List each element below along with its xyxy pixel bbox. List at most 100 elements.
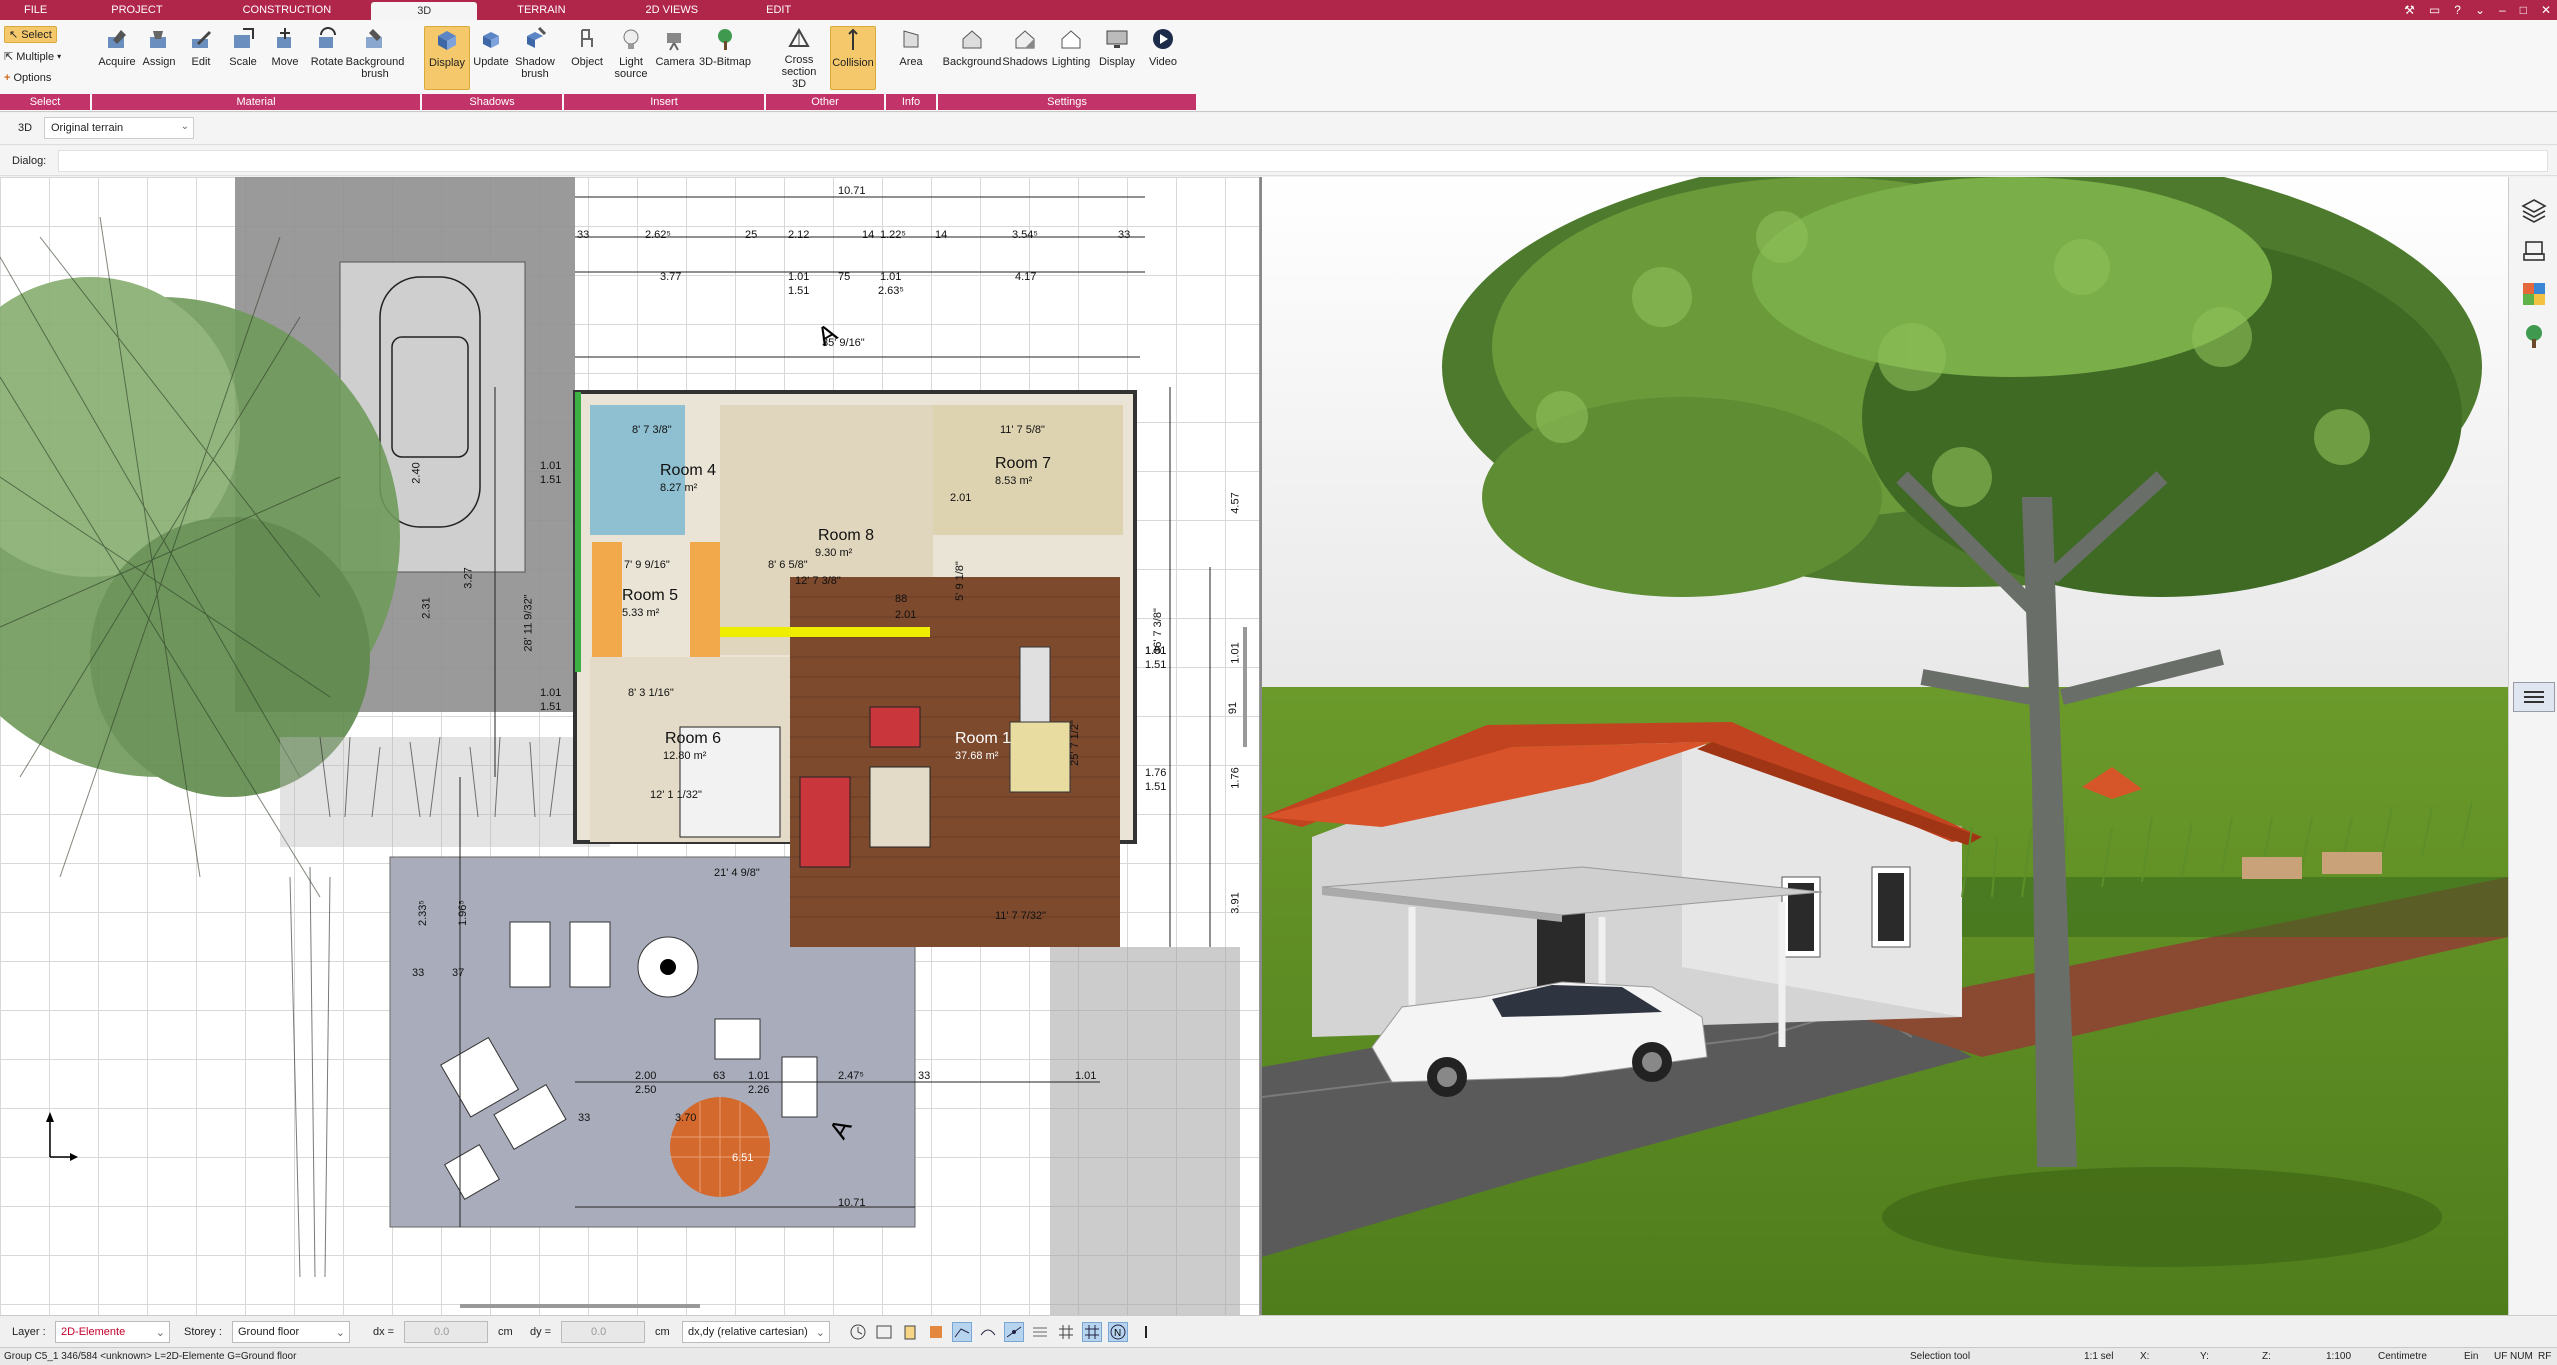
dim-row2-5: 1.01 <box>880 271 902 283</box>
display-settings-button[interactable]: Display <box>1094 26 1140 90</box>
shadow-brush-button[interactable]: Shadow brush <box>512 26 558 90</box>
3d-bitmap-button[interactable]: 3D-Bitmap <box>696 26 754 90</box>
house-light-icon <box>1058 26 1084 52</box>
status-num: NUM <box>2510 1351 2533 1362</box>
camera-button[interactable]: Camera <box>652 26 698 90</box>
shadows-group-label: Shadows <box>422 94 562 110</box>
options-button[interactable]: + Options <box>4 72 51 84</box>
play-icon <box>1150 26 1176 52</box>
n-snap-icon[interactable]: N <box>1108 1322 1128 1342</box>
room-5-label: Room 5 <box>622 587 679 604</box>
video-button[interactable]: Video <box>1140 26 1186 90</box>
light-source-button[interactable]: Light source <box>608 26 654 90</box>
move-button[interactable]: Move <box>262 26 308 90</box>
materials-icon[interactable] <box>2521 281 2547 307</box>
dropdown-icon[interactable]: ⌄ <box>2475 3 2485 17</box>
terrace-dim-11: 6.51 <box>732 1152 754 1164</box>
edit-material-button[interactable]: Edit <box>178 26 224 90</box>
3d-view[interactable] <box>1262 177 2508 1315</box>
dim-row2-3: 1.51 <box>788 285 810 297</box>
side-dim-4: 1.76 <box>1229 767 1242 789</box>
clipboard-icon[interactable] <box>900 1322 920 1342</box>
tab-file[interactable]: FILE <box>0 0 71 20</box>
assign-button[interactable]: Assign <box>136 26 182 90</box>
object-button[interactable]: Object <box>564 26 610 90</box>
snap-line-icon[interactable] <box>952 1322 972 1342</box>
status-ein: Ein <box>2464 1351 2479 1362</box>
imp-label-2: 11' 7 5/8" <box>1000 424 1045 436</box>
terrace-dim-19: 35' 9/16" <box>822 337 865 349</box>
layer-color-icon[interactable] <box>926 1322 946 1342</box>
tab-terrain[interactable]: TERRAIN <box>477 0 605 20</box>
panel-toggle-button[interactable] <box>2513 682 2555 712</box>
maximize-icon[interactable]: □ <box>2520 3 2527 17</box>
collision-icon <box>840 27 866 53</box>
cube-shadow-icon <box>434 27 460 53</box>
tools-icon[interactable]: ⚒ <box>2404 3 2415 17</box>
room-1-label: Room 1 <box>955 730 1012 747</box>
tab-construction[interactable]: CONSTRUCTION <box>203 0 372 20</box>
info-group-label: Info <box>886 94 936 110</box>
other-group-label: Other <box>766 94 884 110</box>
dx-input[interactable]: 0.0 <box>404 1321 488 1343</box>
side-dim-3: 91 <box>1227 701 1240 715</box>
minimize-icon[interactable]: – <box>2499 3 2506 17</box>
shadows-settings-button[interactable]: Shadows <box>1002 26 1048 90</box>
plan-vertical-scrollbar[interactable] <box>1243 627 1247 747</box>
collision-button[interactable]: Collision <box>830 26 876 90</box>
lighting-button[interactable]: Lighting <box>1048 26 1094 90</box>
rotate-button[interactable]: Rotate <box>304 26 350 90</box>
dx-unit: cm <box>498 1326 513 1338</box>
dim-top-6: 1.22⁵ <box>880 229 906 241</box>
area-button[interactable]: Area <box>888 26 934 90</box>
close-icon[interactable]: ✕ <box>2541 3 2551 17</box>
scale-button[interactable]: Scale <box>220 26 266 90</box>
ribbon: ↖ Select ⇱ Multiple ▾ + Options Select Acqui… <box>0 20 2557 112</box>
shadow-update-button[interactable]: Update <box>468 26 514 90</box>
status-tool: Selection tool <box>1910 1351 1971 1362</box>
dim-top-1: 33 <box>577 229 590 241</box>
imp-label-12: 2.01 <box>895 609 917 621</box>
furniture-icon[interactable] <box>2521 239 2547 265</box>
window-controls: ⚒ ▭ ? ⌄ – □ ✕ <box>2404 0 2551 20</box>
cross-section-3d-button[interactable]: Cross section 3D <box>776 26 822 90</box>
dy-input[interactable]: 0.0 <box>561 1321 645 1343</box>
tab-edit[interactable]: EDIT <box>738 0 819 20</box>
background-brush-button[interactable]: Background brush <box>346 26 404 90</box>
select-button[interactable]: ↖ Select <box>4 26 57 43</box>
plants-icon[interactable] <box>2521 323 2547 349</box>
tab-project[interactable]: PROJECT <box>71 0 202 20</box>
multiple-button[interactable]: ⇱ Multiple ▾ <box>4 50 61 64</box>
layers-icon[interactable] <box>2521 197 2547 223</box>
dialog-field[interactable] <box>58 150 2548 172</box>
settings-group-label: Settings <box>938 94 1196 110</box>
floor-plan-view[interactable]: A A 10.71 33 2.62⁵ 25 2.12 14 1.22⁵ 14 3… <box>0 177 1260 1315</box>
tab-3d[interactable]: 3D <box>371 2 478 20</box>
chevron-down-icon: ⌄ <box>335 1327 345 1339</box>
grid-snap-icon[interactable] <box>1082 1322 1102 1342</box>
background-button[interactable]: Background <box>942 26 1002 90</box>
snap-ortho-icon[interactable] <box>1030 1322 1050 1342</box>
room-4-label: Room 4 <box>660 462 717 479</box>
dx-label: dx = <box>373 1326 395 1338</box>
tab-2d-views[interactable]: 2D VIEWS <box>606 0 739 20</box>
side-dim-5: 3.91 <box>1229 892 1242 914</box>
capture-icon[interactable] <box>874 1322 894 1342</box>
room-5-area: 5.33 m² <box>622 607 660 619</box>
restore-small-icon[interactable]: ▭ <box>2429 3 2440 17</box>
shadow-display-button[interactable]: Display <box>424 26 470 90</box>
clock-icon[interactable] <box>848 1322 868 1342</box>
layer-select[interactable]: 2D-Elemente ⌄ <box>55 1321 170 1343</box>
storey-select[interactable]: Ground floor ⌄ <box>232 1321 350 1343</box>
terrain-select[interactable]: Original terrain ⌄ <box>44 117 194 139</box>
snap-point-icon[interactable] <box>1004 1322 1024 1342</box>
plan-horizontal-scrollbar[interactable] <box>460 1304 700 1308</box>
coord-mode-select[interactable]: dx,dy (relative cartesian) ⌄ <box>682 1321 830 1343</box>
grid-icon[interactable] <box>1056 1322 1076 1342</box>
terrace-dim-16: 37 <box>452 967 465 979</box>
acquire-button[interactable]: Acquire <box>94 26 140 90</box>
snap-curve-icon[interactable] <box>978 1322 998 1342</box>
more-options-icon[interactable] <box>1136 1322 1156 1342</box>
help-icon[interactable]: ? <box>2454 3 2461 17</box>
imp-label-4: 8' 6 5/8" <box>768 559 808 571</box>
